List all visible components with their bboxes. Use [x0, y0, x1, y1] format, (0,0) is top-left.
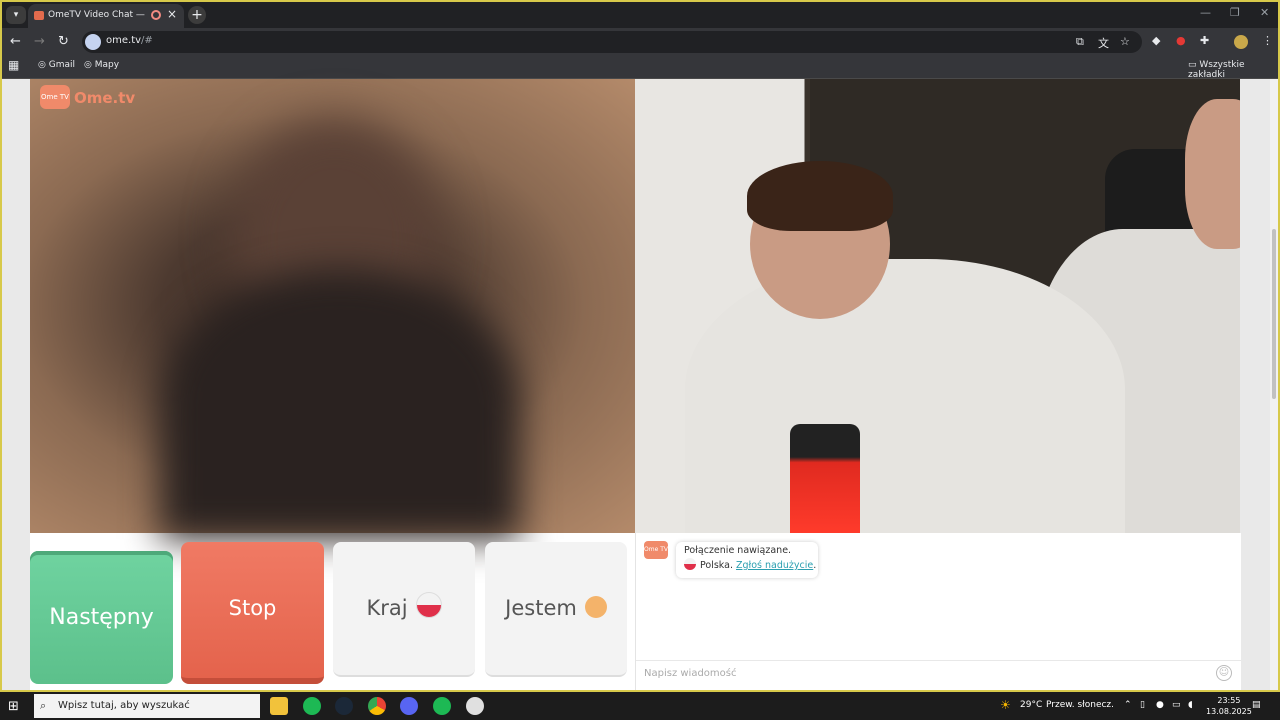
address-bar[interactable]: ome.tv/# ⧉ 文 ☆: [82, 31, 1142, 53]
forward-icon[interactable]: →: [34, 34, 45, 49]
spotify-icon[interactable]: [433, 697, 451, 715]
ometv-favicon-icon: [34, 11, 44, 20]
tab-ometv[interactable]: OmeTV Video Chat — Ome ×: [28, 4, 184, 28]
taskbar-search[interactable]: ⌕ Wpisz tutaj, aby wyszukać: [34, 694, 260, 718]
ometv-app: Ome TV Ome.tv Następny Stop Kraj Jestem …: [30, 79, 1241, 690]
stop-button[interactable]: Stop: [181, 542, 324, 684]
video-speaker-shape: [790, 424, 860, 533]
bookmark-gmail[interactable]: ◎ Gmail: [38, 60, 75, 70]
extension-shield-icon[interactable]: ◆: [1152, 34, 1160, 47]
apps-grid-icon[interactable]: ▦: [8, 58, 19, 72]
report-suffix: .: [813, 560, 817, 571]
poland-flag-icon: [684, 558, 696, 570]
discord-icon[interactable]: [400, 697, 418, 715]
country-button-label: Kraj: [366, 596, 408, 620]
volume-icon[interactable]: ◖: [1188, 700, 1193, 710]
ometv-logo-text: Ome.tv: [74, 89, 136, 107]
file-explorer-icon[interactable]: [270, 697, 288, 715]
chat-input-placeholder: Napisz wiadomość: [644, 668, 737, 679]
stranger-country: Polska.: [700, 560, 733, 571]
video-person-shape: [1185, 99, 1240, 249]
chrome-icon[interactable]: [368, 697, 386, 715]
new-tab-button[interactable]: +: [188, 6, 206, 24]
weather-condition[interactable]: Przew. słonecz.: [1046, 700, 1114, 710]
chat-ometv-logo-icon: Ome TV: [644, 541, 668, 559]
url-text: ome.tv/#: [106, 35, 153, 46]
connected-message: Połączenie nawiązane.: [684, 545, 792, 556]
scrollbar-thumb[interactable]: [1272, 229, 1276, 399]
temperature[interactable]: 29°C: [1020, 700, 1042, 710]
all-bookmarks[interactable]: ▭ Wszystkie zakładki: [1188, 60, 1278, 80]
video-person-shape: [747, 161, 893, 231]
close-window-icon[interactable]: ✕: [1260, 6, 1269, 19]
extensions-puzzle-icon[interactable]: ✚: [1200, 34, 1209, 47]
poland-flag-icon: [415, 592, 442, 618]
chat-panel: Ome TV Połączenie nawiązane. Polska. Zgł…: [635, 533, 1241, 690]
bookmark-star-icon[interactable]: ☆: [1120, 35, 1130, 48]
bookmark-mapy[interactable]: ◎ Mapy: [84, 60, 119, 70]
notifications-icon[interactable]: ▤: [1252, 700, 1261, 710]
tab-title: OmeTV Video Chat — Ome: [48, 10, 146, 20]
install-app-icon[interactable]: ⧉: [1076, 35, 1084, 49]
video-person-shape: [685, 259, 1125, 533]
spotify-icon[interactable]: [303, 697, 321, 715]
blurred-video-shape: [160, 269, 520, 539]
restore-icon[interactable]: ❐: [1230, 6, 1240, 19]
self-camera-video: [635, 79, 1240, 533]
gender-button[interactable]: Jestem: [485, 542, 627, 677]
report-abuse-link[interactable]: Zgłoś nadużycie: [736, 560, 813, 571]
translate-icon[interactable]: 文: [1098, 35, 1109, 51]
taskbar-clock[interactable]: 23:55 13.08.2025: [1206, 695, 1252, 717]
ometv-logo-icon: Ome TV: [40, 85, 70, 109]
clock-time: 23:55: [1217, 696, 1241, 705]
page-viewport: Ome TV Ome.tv Następny Stop Kraj Jestem …: [2, 79, 1278, 690]
bookmarks-bar: ▦ ◎ Gmail ◎ Mapy ▭ Wszystkie zakładki: [2, 56, 1278, 80]
profile-avatar[interactable]: [1234, 35, 1248, 49]
search-icon: ⌕: [40, 699, 47, 712]
reload-icon[interactable]: ↻: [58, 34, 69, 49]
back-icon[interactable]: ←: [10, 34, 21, 49]
extension-red-icon[interactable]: ●: [1176, 34, 1186, 47]
menu-kebab-icon[interactable]: ⋮: [1262, 34, 1273, 47]
tray-chevron-icon[interactable]: ⌃: [1124, 700, 1132, 710]
tray-device-icon[interactable]: ▯: [1140, 700, 1145, 710]
tab-strip: ▾ OmeTV Video Chat — Ome × + — ❐ ✕: [2, 2, 1278, 28]
microphone-icon[interactable]: ●: [1156, 700, 1164, 710]
steam-icon[interactable]: [335, 697, 353, 715]
clock-date: 13.08.2025: [1206, 707, 1252, 716]
boy-emoji-icon: [584, 596, 607, 618]
next-button[interactable]: Następny: [30, 551, 173, 684]
minimize-icon[interactable]: —: [1200, 6, 1211, 19]
browser-toolbar: ← → ↻ ome.tv/# ⧉ 文 ☆ ◆ ● ✚ ⋮: [2, 28, 1278, 56]
stranger-country-line: Polska. Zgłoś nadużycie.: [684, 558, 816, 571]
chat-input[interactable]: Napisz wiadomość ☺: [636, 660, 1241, 687]
windows-start-icon[interactable]: ⊞: [8, 699, 19, 714]
site-info-icon[interactable]: [85, 34, 101, 50]
network-icon[interactable]: ▭: [1172, 700, 1181, 710]
app-clock-icon[interactable]: [466, 697, 484, 715]
weather-sun-icon: ☀: [1000, 698, 1011, 712]
taskbar-search-placeholder: Wpisz tutaj, aby wyszukać: [58, 700, 190, 711]
recording-indicator-icon: [151, 10, 161, 20]
system-message-bubble: Połączenie nawiązane. Polska. Zgłoś nadu…: [676, 542, 818, 578]
stranger-video: Ome TV Ome.tv: [30, 79, 635, 539]
country-button[interactable]: Kraj: [333, 542, 475, 677]
emoji-picker-icon[interactable]: ☺: [1216, 665, 1232, 681]
gender-button-label: Jestem: [505, 596, 577, 620]
tab-close-icon[interactable]: ×: [167, 7, 177, 21]
tab-search-menu-button[interactable]: ▾: [6, 6, 26, 24]
windows-taskbar: ⊞ ⌕ Wpisz tutaj, aby wyszukać ☀ 29°C Prz…: [0, 692, 1280, 720]
